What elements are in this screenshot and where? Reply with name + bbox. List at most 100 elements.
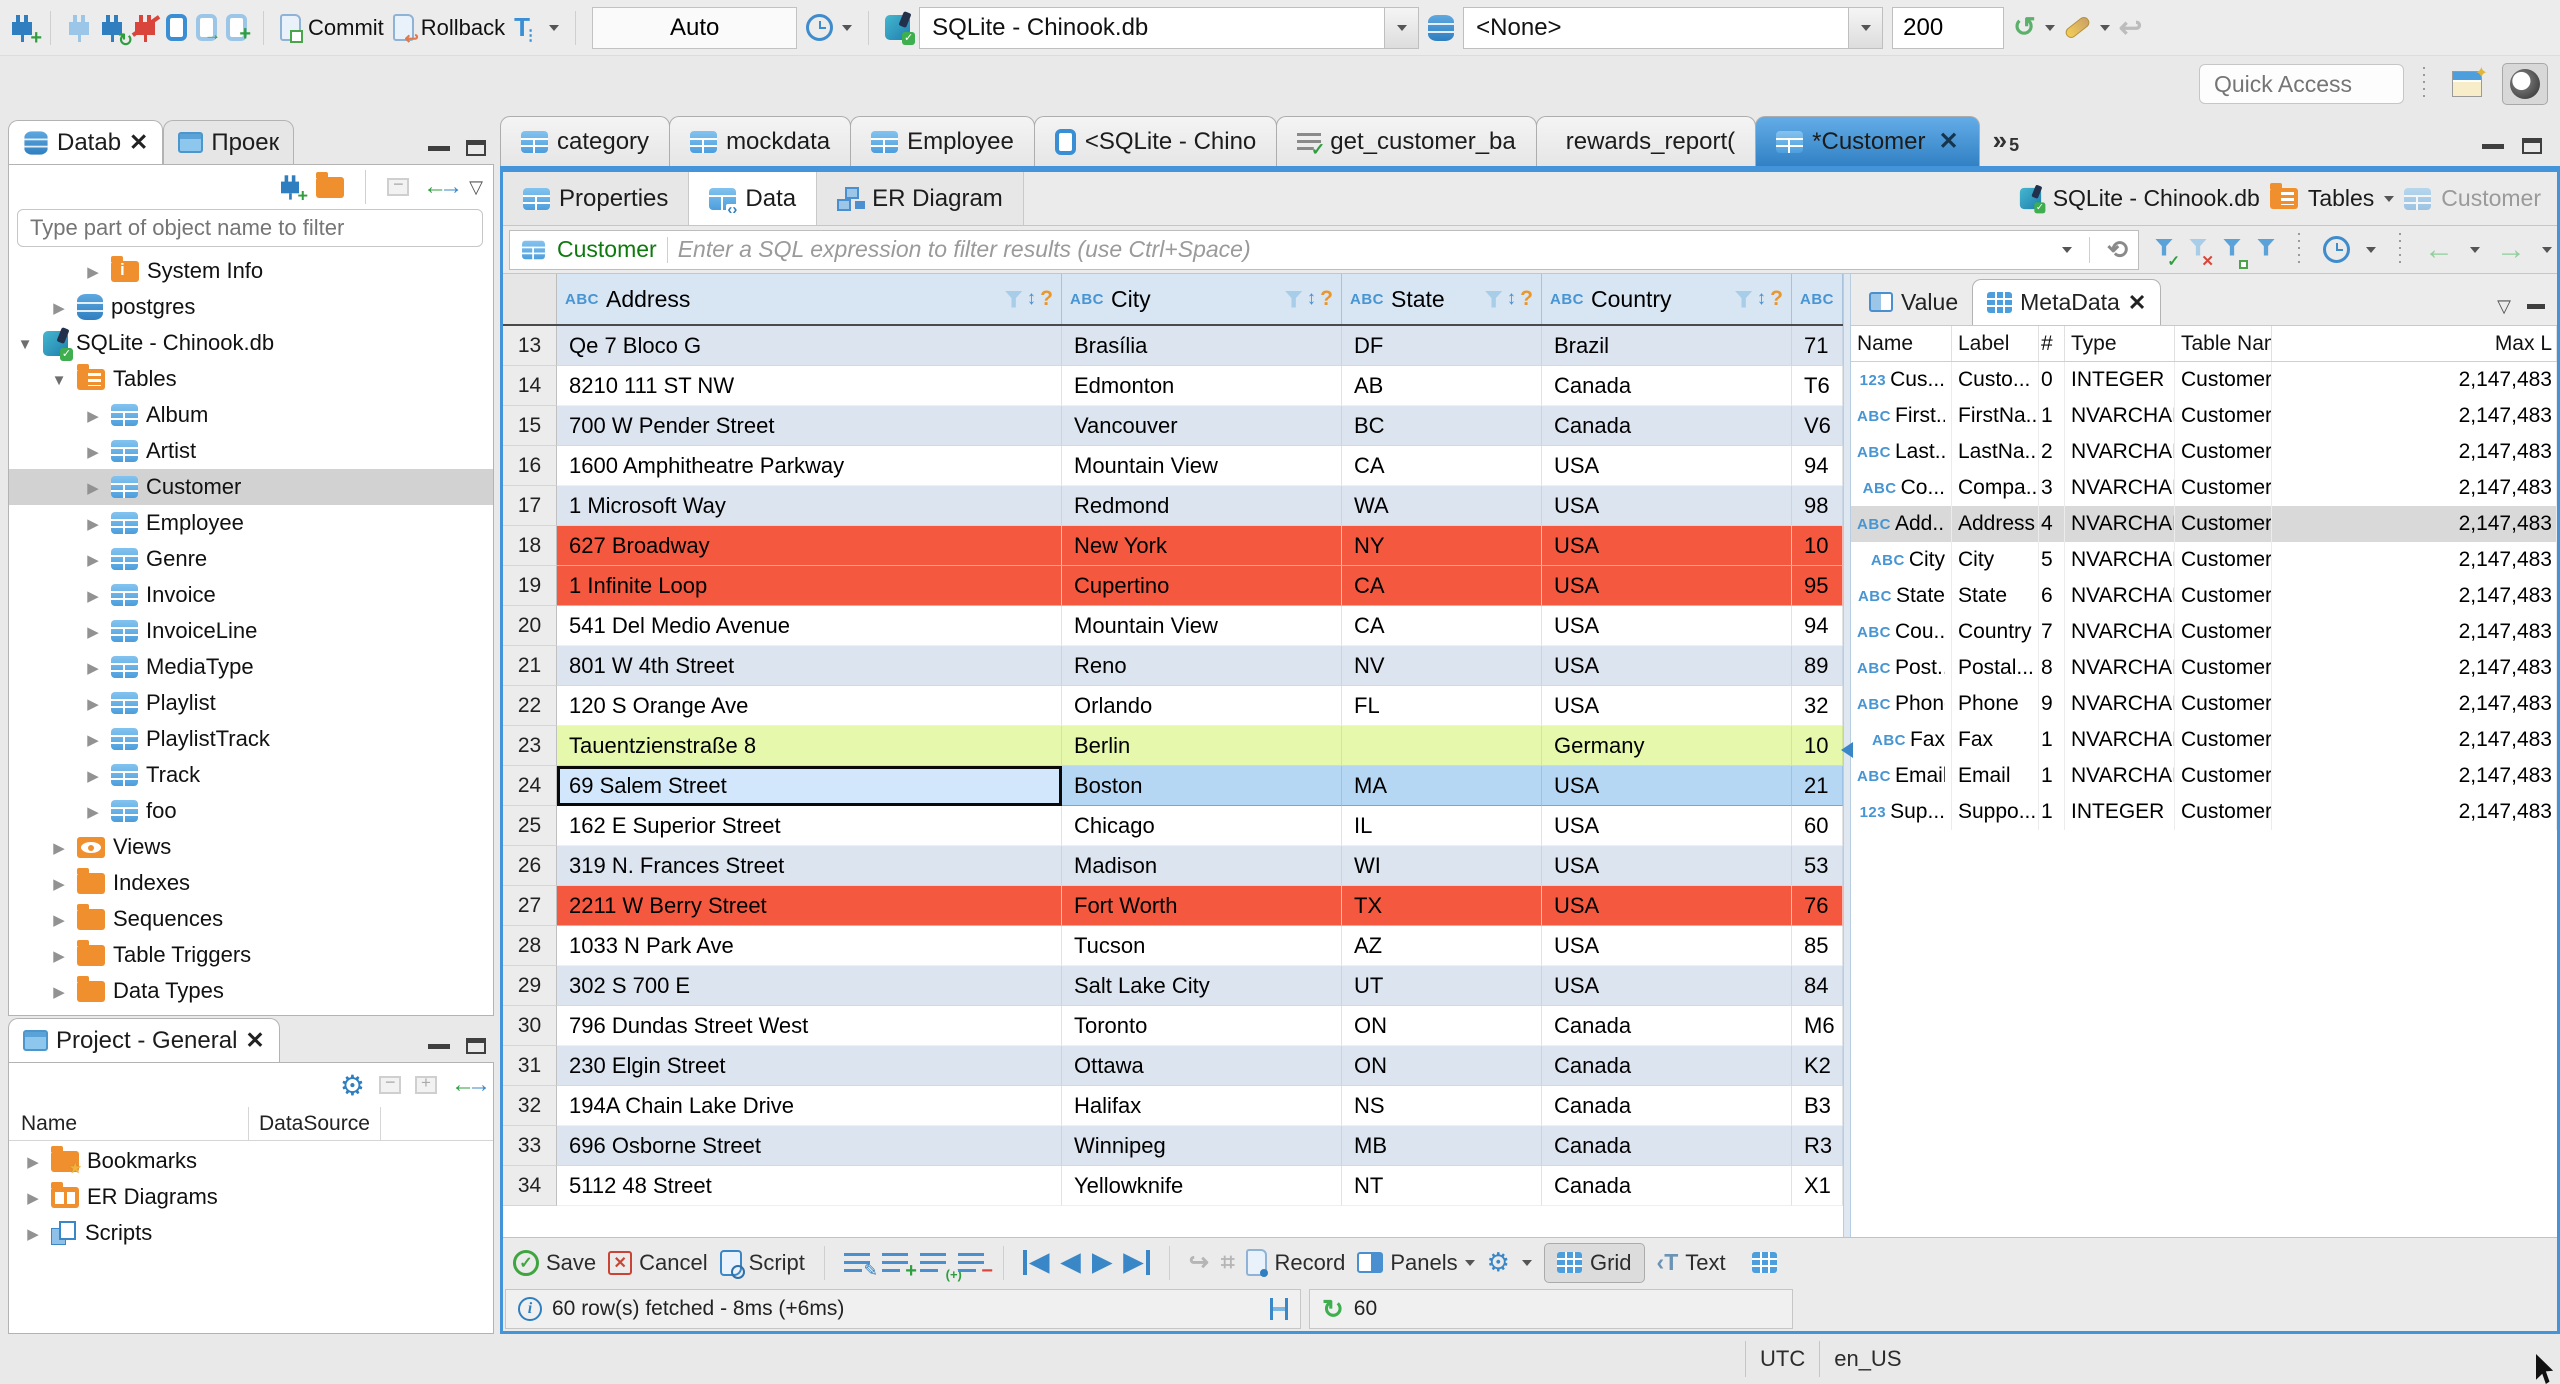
cell-address[interactable]: 69 Salem Street (557, 766, 1062, 806)
cell-postal[interactable]: 89 (1792, 646, 1843, 686)
tree-item[interactable]: MediaType (9, 649, 493, 685)
text-mode-button[interactable]: ‹T Text (1657, 1249, 1726, 1276)
cell-country[interactable]: USA (1542, 686, 1792, 726)
cell-address[interactable]: 120 S Orange Ave (557, 686, 1062, 726)
cell-city[interactable]: Yellowknife (1062, 1166, 1342, 1206)
column-header-state[interactable]: ABC State ↕? (1342, 274, 1542, 324)
auto-refresh-caret[interactable] (2044, 24, 2055, 31)
cell-postal[interactable]: 53 (1792, 846, 1843, 886)
column-filter-icon[interactable] (1284, 290, 1303, 308)
column-sort-icon[interactable]: ↕ (1307, 288, 1317, 310)
metadata-col-label[interactable]: Label (1952, 326, 2039, 361)
metadata-col-type[interactable]: Type (2065, 326, 2175, 361)
tree-item[interactable]: Invoice (9, 577, 493, 613)
row-number[interactable]: 24 (503, 766, 557, 806)
tab-properties[interactable]: Properties (503, 172, 690, 225)
metadata-col-number[interactable]: # (2039, 326, 2065, 361)
row-number[interactable]: 23 (503, 726, 557, 766)
cell-postal[interactable]: 94 (1792, 606, 1843, 646)
metadata-row[interactable]: ABCLast... LastNa... 2 NVARCHAR Customer… (1851, 434, 2557, 470)
close-icon[interactable]: ✕ (2128, 290, 2146, 316)
row-number[interactable]: 22 (503, 686, 557, 726)
transaction-log-icon[interactable] (514, 12, 540, 44)
expander-icon[interactable] (49, 367, 69, 391)
expander-icon[interactable] (23, 1149, 43, 1173)
close-icon[interactable]: ✕ (1939, 127, 1959, 156)
tab-metadata[interactable]: MetaData ✕ (1972, 279, 2162, 325)
cell-city[interactable]: Brasília (1062, 326, 1342, 366)
open-perspective-button[interactable] (2444, 63, 2490, 105)
cell-state[interactable]: IL (1342, 806, 1542, 846)
tree-item[interactable]: System Info (9, 253, 493, 289)
expander-icon[interactable] (83, 403, 103, 427)
tab-database-navigator[interactable]: Datab ✕ (8, 120, 164, 164)
cell-address[interactable]: 1033 N Park Ave (557, 926, 1062, 966)
cell-city[interactable]: Redmond (1062, 486, 1342, 526)
cell-state[interactable]: UT (1342, 966, 1542, 1006)
connection-combo-button[interactable] (1384, 7, 1419, 48)
project-item[interactable]: ER Diagrams (9, 1179, 493, 1215)
cell-address[interactable]: 194A Chain Lake Drive (557, 1086, 1062, 1126)
new-sql-editor-icon[interactable] (226, 14, 251, 46)
cell-city[interactable]: Mountain View (1062, 606, 1342, 646)
metadata-col-maxlen[interactable]: Max L (2272, 326, 2557, 361)
expander-icon[interactable] (49, 979, 69, 1003)
cell-state[interactable]: NY (1342, 526, 1542, 566)
panel-menu-icon[interactable]: ▽ (2497, 296, 2511, 317)
history-dropdown-caret[interactable] (842, 24, 853, 31)
cancel-button[interactable]: Cancel (608, 1250, 708, 1276)
cell-postal[interactable]: 60 (1792, 806, 1843, 846)
filter-refresh-icon[interactable]: ⟲ (2107, 235, 2128, 265)
expander-icon[interactable] (83, 511, 103, 535)
column-header-address[interactable]: ABC Address ↕? (557, 274, 1062, 324)
metadata-row[interactable]: ABCPhone Phone 9 NVARCHAR Customer 2,147… (1851, 686, 2557, 722)
cell-address[interactable]: 700 W Pender Street (557, 406, 1062, 446)
row-number[interactable]: 33 (503, 1126, 557, 1166)
previous-row-icon[interactable]: ◀ (1061, 1250, 1080, 1275)
tree-item[interactable]: Sequences (9, 901, 493, 937)
search-caret[interactable] (2099, 24, 2110, 31)
refresh-icon[interactable]: ↻ (1322, 1294, 1344, 1325)
cell-state[interactable]: CA (1342, 566, 1542, 606)
cell-postal[interactable]: T6 (1792, 366, 1843, 406)
tree-item[interactable]: PlaylistTrack (9, 721, 493, 757)
tab-data[interactable]: Data (689, 172, 818, 225)
cell-postal[interactable]: 84 (1792, 966, 1843, 1006)
cell-city[interactable]: Ottawa (1062, 1046, 1342, 1086)
fetch-next-caret[interactable] (2542, 246, 2552, 253)
fetch-size-input[interactable] (1892, 6, 2005, 49)
expander-icon[interactable] (15, 331, 35, 355)
cell-country[interactable]: USA (1542, 926, 1792, 966)
row-number[interactable]: 31 (503, 1046, 557, 1086)
expander-icon[interactable] (49, 871, 69, 895)
timezone-indicator[interactable]: UTC (1746, 1346, 1819, 1372)
metadata-col-name[interactable]: Name (1851, 326, 1952, 361)
tree-item[interactable]: Artist (9, 433, 493, 469)
cell-country[interactable]: USA (1542, 886, 1792, 926)
cell-city[interactable]: Orlando (1062, 686, 1342, 726)
tree-item[interactable]: Playlist (9, 685, 493, 721)
minimize-icon[interactable] (2482, 143, 2504, 149)
cell-address[interactable]: 302 S 700 E (557, 966, 1062, 1006)
row-number[interactable]: 28 (503, 926, 557, 966)
breadcrumb-caret[interactable] (2384, 195, 2395, 202)
breadcrumb-table[interactable]: Customer (2441, 185, 2541, 212)
minimize-icon[interactable] (2527, 304, 2545, 309)
expander-icon[interactable] (49, 907, 69, 931)
column-header-name[interactable]: Name (9, 1107, 249, 1140)
save-filter-icon[interactable] (2223, 238, 2248, 269)
row-number[interactable]: 17 (503, 486, 557, 526)
sql-editor-icon[interactable] (166, 14, 187, 41)
reconnect-icon[interactable] (100, 13, 133, 49)
row-number[interactable]: 32 (503, 1086, 557, 1126)
expander-icon[interactable] (83, 763, 103, 787)
remove-filter-icon[interactable]: ✕ (2189, 238, 2214, 269)
gear-icon[interactable]: ⚙ (340, 1069, 365, 1102)
auto-refresh-icon[interactable]: ↺ (2013, 12, 2036, 43)
auto-refresh-timer-caret[interactable] (2366, 246, 2376, 253)
object-filter-input[interactable] (17, 209, 483, 247)
commit-mode-button[interactable]: Auto (592, 6, 798, 49)
column-header-city[interactable]: ABC City ↕? (1062, 274, 1342, 324)
cell-state[interactable]: AZ (1342, 926, 1542, 966)
delete-row-icon[interactable] (957, 1252, 993, 1283)
